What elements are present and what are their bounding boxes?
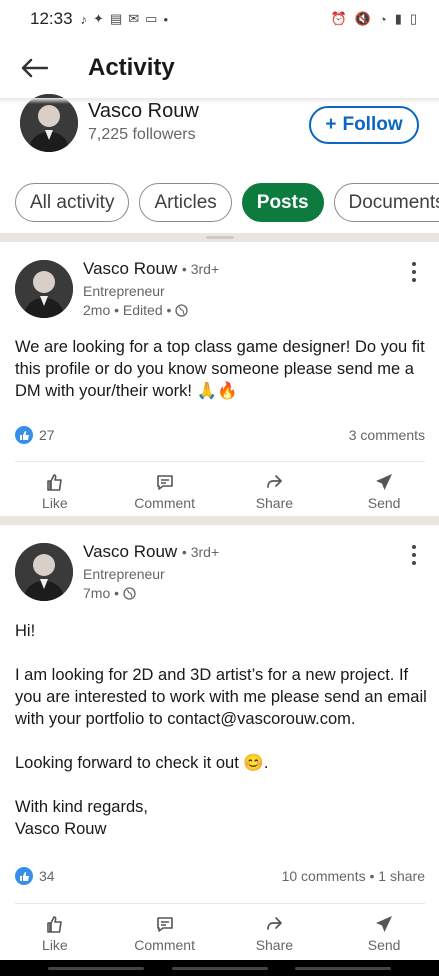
home-button[interactable] [171,966,268,970]
recent-apps-button[interactable] [48,966,144,970]
system-navigation-bar [0,960,439,976]
profile-header: Vasco Rouw 7,225 followers + Follow [0,94,439,160]
post-author[interactable]: Vasco Rouw • 3rd+ [83,259,219,279]
share-icon [267,916,283,930]
notification-icons: ♪ ✦ ▤ ✉ ▭ • [81,11,168,27]
post-headline: Entrepreneur [83,283,165,299]
post-card: Vasco Rouw • 3rd+ Entrepreneur 2mo • Edi… [0,242,439,517]
share-label: Share [255,936,294,953]
top-app-bar: Activity [0,38,439,98]
chip-all-activity[interactable]: All activity [15,183,130,222]
reactions-row[interactable]: 34 10 comments • 1 share [15,867,425,885]
connection-degree: • 3rd+ [181,261,220,277]
profile-followers: 7,225 followers [88,126,196,143]
app-icon: ▭ [145,11,158,26]
send-button[interactable]: Send [329,908,439,958]
post-time: 2mo • Edited • [83,302,172,318]
share-button[interactable]: Share [220,466,330,516]
back-arrow-icon[interactable] [20,56,50,80]
comment-label: Comment [134,494,195,511]
tiktok-icon: ♪ [80,11,88,27]
post-text: We are looking for a top class game desi… [15,338,425,400]
send-button[interactable]: Send [329,466,439,516]
chip-documents[interactable]: Documents [333,183,439,222]
share-icon [267,474,283,488]
like-button[interactable]: Like [0,466,110,516]
reaction-count[interactable]: 34 [39,868,55,884]
follow-label: Follow [342,114,403,135]
chip-posts[interactable]: Posts [241,183,324,222]
divider-handle [206,236,234,239]
like-icon [47,915,62,933]
reactions-row[interactable]: 27 3 comments [15,426,425,444]
alarm-icon: ⏰ [330,11,347,26]
comment-button[interactable]: Comment [110,466,220,516]
avatar[interactable] [15,260,73,318]
comment-count[interactable]: 3 comments [349,427,425,443]
share-label: Share [255,494,294,511]
post-divider [0,516,439,525]
status-bar: 12:33 ♪ ✦ ▤ ✉ ▭ • ⏰ 🔇 ◔ ▮ ▯ [0,0,439,38]
status-time: 12:33 [30,9,73,28]
post-headline: Entrepreneur [83,566,165,582]
comment-button[interactable]: Comment [110,908,220,958]
send-label: Send [367,494,401,511]
signal-icon: ▮ [394,11,402,26]
like-label: Like [42,494,68,511]
post-time: 7mo • [83,585,120,601]
mail-icon: ✉ [128,11,140,26]
page-title: Activity [88,54,175,81]
more-options-icon[interactable] [409,545,419,565]
system-icons: ⏰ 🔇 ◔ ▮ ▯ [330,11,417,27]
post-meta: 2mo • Edited • [83,302,189,318]
reaction-count[interactable]: 27 [39,427,55,443]
post-separator [15,903,425,904]
mute-icon: 🔇 [354,11,371,26]
twitter-icon: ✦ [93,11,104,26]
avatar[interactable] [15,543,73,601]
battery-icon: ▯ [409,11,417,26]
post-actions: Like Comment Share Send [0,908,439,958]
like-label: Like [42,936,68,953]
more-options-icon[interactable] [409,262,419,282]
globe-icon [123,586,136,600]
thumbs-up-icon [15,426,33,444]
comment-icon [156,474,173,490]
news-icon: ▤ [109,11,123,26]
send-icon [376,473,393,490]
comment-icon [156,916,173,932]
connection-degree: • 3rd+ [181,544,220,560]
share-button[interactable]: Share [220,908,330,958]
post-separator [15,461,425,462]
thumbs-up-icon [15,867,33,885]
author-name[interactable]: Vasco Rouw [83,542,177,561]
post-text: Hi! I am looking for 2D and 3D artist’s … [15,622,427,838]
post-card: Vasco Rouw • 3rd+ Entrepreneur 7mo • Hi!… [0,525,439,960]
send-icon [376,915,393,932]
back-button[interactable] [295,966,391,970]
plus-icon: + [325,114,337,135]
follow-button[interactable]: + Follow [309,106,419,144]
comment-count[interactable]: 10 comments • 1 share [282,868,425,884]
dot-icon: • [163,11,169,27]
wifi-icon: ◔ [378,11,387,27]
chip-articles[interactable]: Articles [139,183,232,222]
post-actions: Like Comment Share Send [0,466,439,516]
filter-chips: All activity Articles Posts Documents [15,183,439,222]
author-name[interactable]: Vasco Rouw [83,259,177,278]
post-author[interactable]: Vasco Rouw • 3rd+ [83,542,219,562]
send-label: Send [367,936,401,953]
like-button[interactable]: Like [0,908,110,958]
comment-label: Comment [134,936,195,953]
header-shadow [0,98,439,104]
post-meta: 7mo • [83,585,136,601]
globe-icon [175,303,189,317]
like-icon [47,473,62,491]
